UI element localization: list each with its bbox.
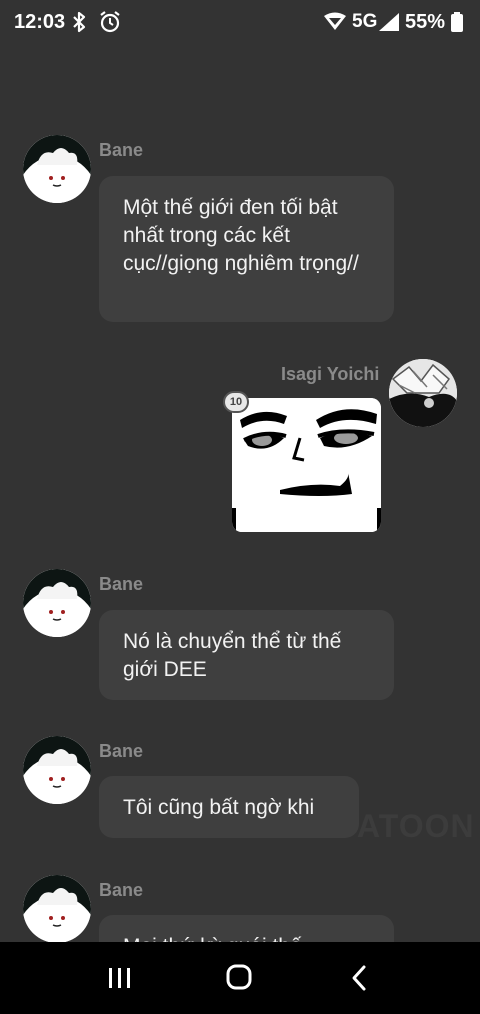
bluetooth-icon bbox=[70, 10, 88, 39]
watermark: ATOON bbox=[357, 808, 475, 844]
signal-icon bbox=[378, 12, 400, 37]
message-text: Một thế giới đen tối bật nhất trong các … bbox=[123, 196, 359, 275]
battery-icon bbox=[451, 12, 463, 37]
sender-name: Bane bbox=[99, 741, 144, 761]
message-text: Nó là chuyển thể từ thế giới DEE bbox=[123, 630, 342, 681]
alarm-icon bbox=[98, 10, 122, 39]
sender-name: Bane bbox=[99, 880, 144, 900]
face-sticker[interactable] bbox=[232, 398, 381, 532]
home-icon[interactable] bbox=[219, 962, 259, 994]
recents-icon[interactable] bbox=[100, 962, 140, 994]
navigation-bar bbox=[0, 942, 480, 1014]
message-bubble[interactable]: Một thế giới đen tối bật nhất trong các … bbox=[99, 176, 394, 322]
battery-percent: 55% bbox=[405, 11, 446, 33]
sender-name: Isagi Yoichi bbox=[281, 364, 380, 384]
bane-avatar[interactable] bbox=[23, 569, 91, 637]
bane-avatar[interactable] bbox=[23, 736, 91, 804]
sender-name: Bane bbox=[99, 140, 144, 160]
back-icon[interactable] bbox=[340, 962, 380, 994]
status-bar: 12:03 5G 55% bbox=[0, 0, 480, 46]
sender-name: Bane bbox=[99, 574, 144, 594]
message-bubble[interactable]: Nó là chuyển thể từ thế giới DEE bbox=[99, 610, 394, 700]
wifi-icon bbox=[323, 12, 347, 37]
bane-avatar[interactable] bbox=[23, 135, 91, 203]
sticker-count-badge: 10 bbox=[223, 391, 249, 413]
network-type: 5G bbox=[352, 11, 378, 32]
message-bubble[interactable]: Tôi cũng bất ngờ khi bbox=[99, 776, 359, 838]
message-text: Tôi cũng bất ngờ khi bbox=[123, 796, 315, 819]
status-time: 12:03 bbox=[14, 11, 66, 33]
bane-avatar[interactable] bbox=[23, 875, 91, 943]
isagi-avatar[interactable] bbox=[389, 359, 457, 427]
